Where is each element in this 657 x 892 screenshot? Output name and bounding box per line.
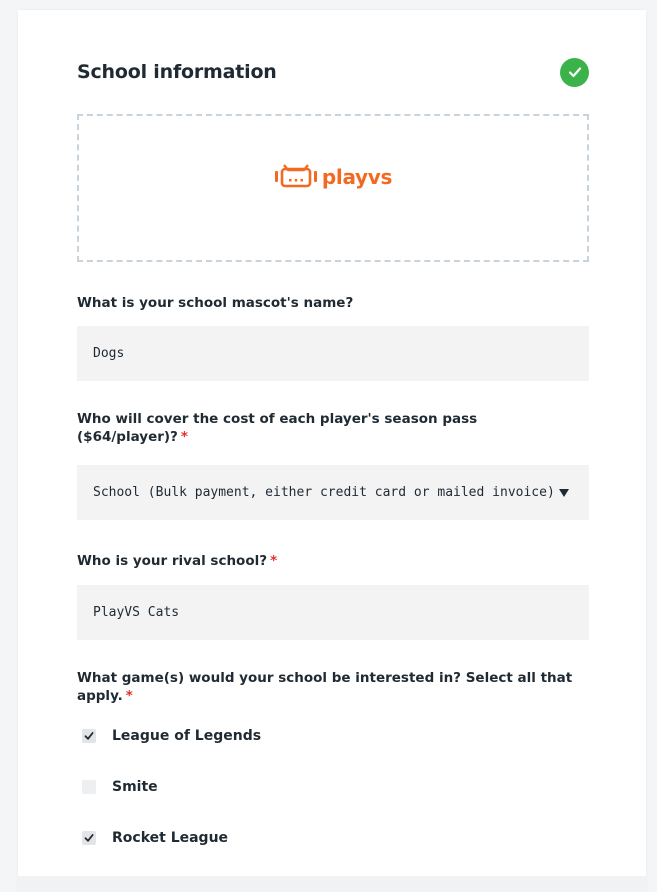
card-header: School information <box>77 57 589 87</box>
games-label: What game(s) would your school be intere… <box>77 670 573 704</box>
required-marker: * <box>180 429 188 445</box>
game-option-label: Rocket League <box>112 830 229 846</box>
rival-label: Who is your rival school? * <box>77 553 278 569</box>
game-option-label: Smite <box>112 779 158 795</box>
cost-label: Who will cover the cost of each player's… <box>77 411 478 445</box>
required-marker: * <box>125 688 133 704</box>
mascot-label: What is your school mascot's name? <box>77 295 354 311</box>
section-title: School information <box>77 61 277 83</box>
checkbox-checked-icon[interactable] <box>82 729 96 743</box>
game-option-league-of-legends[interactable]: League of Legends <box>82 726 261 746</box>
checkbox-unchecked-icon[interactable] <box>82 780 96 794</box>
required-marker: * <box>270 553 278 569</box>
mascot-input[interactable]: Dogs <box>77 326 589 381</box>
card-footer-bar <box>18 876 646 892</box>
cost-selected-value: School (Bulk payment, either credit card… <box>93 485 555 500</box>
school-info-card: School information playvs What is your s… <box>18 10 646 892</box>
game-option-label: League of Legends <box>112 728 262 744</box>
logo-upload-area[interactable]: playvs <box>77 114 589 262</box>
caret-down-icon <box>559 488 569 497</box>
check-circle-icon <box>560 57 589 87</box>
cost-select[interactable]: School (Bulk payment, either credit card… <box>77 465 589 520</box>
mascot-value: Dogs <box>93 346 125 361</box>
playvs-logo-icon <box>274 161 318 193</box>
rival-value: PlayVS Cats <box>93 605 180 620</box>
game-option-smite[interactable]: Smite <box>82 777 158 797</box>
logo-text: playvs <box>321 165 393 189</box>
rival-input[interactable]: PlayVS Cats <box>77 585 589 640</box>
checkbox-checked-icon[interactable] <box>82 831 96 845</box>
playvs-logo: playvs <box>274 161 392 193</box>
game-option-rocket-league[interactable]: Rocket League <box>82 828 228 848</box>
